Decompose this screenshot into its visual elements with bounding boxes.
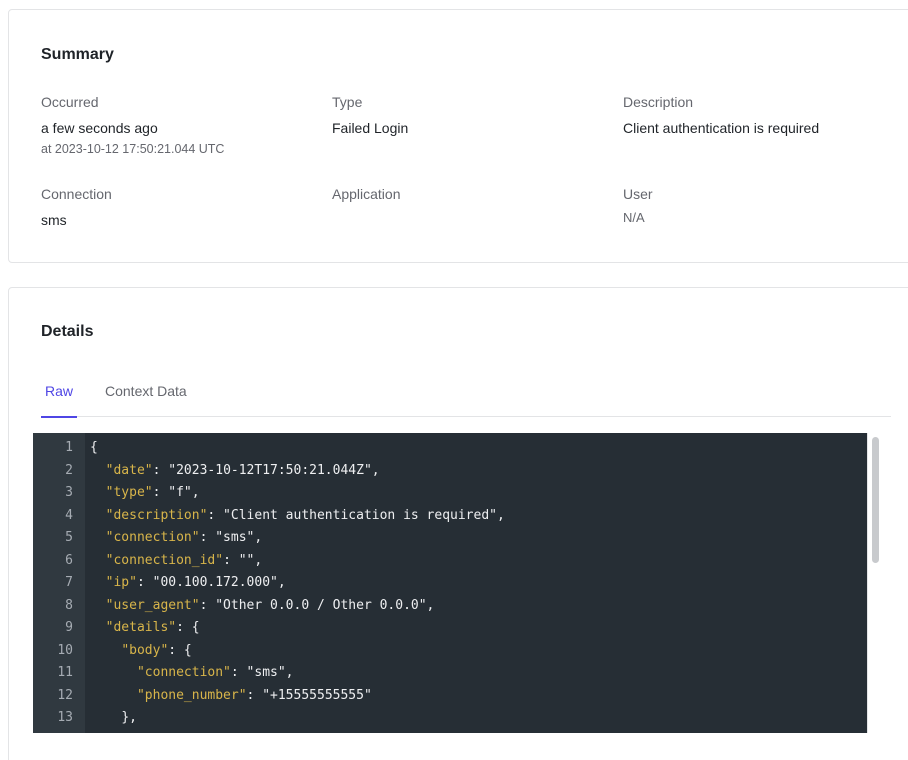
json-key: "ip"	[105, 575, 137, 590]
summary-title: Summary	[41, 46, 114, 63]
details-tabs: Raw Context Data	[40, 372, 891, 418]
description-field: Description Client authentication is req…	[623, 93, 903, 137]
code-text: "details": {	[90, 617, 200, 640]
json-value: : "2023-10-12T17:50:21.044Z",	[152, 462, 380, 478]
type-label: Type	[332, 94, 363, 110]
json-value: : {	[168, 642, 192, 658]
line-number: 12	[57, 687, 73, 703]
json-key: "user_agent"	[105, 597, 200, 613]
code-line: 11 "connection": "sms",	[33, 662, 867, 685]
line-number: 13	[57, 710, 73, 725]
occurred-label: Occurred	[41, 94, 99, 110]
json-value: : "Client authentication is required",	[207, 507, 505, 523]
json-key: "type"	[105, 485, 153, 500]
code-line: 1{	[33, 437, 867, 460]
application-field: Application	[332, 185, 612, 211]
occurred-value: a few seconds ago	[41, 120, 158, 136]
code-text: "type": "f",	[90, 482, 200, 505]
code-line: 8 "user_agent": "Other 0.0.0 / Other 0.0…	[33, 595, 867, 618]
line-number: 4	[65, 507, 73, 523]
json-key: "connection"	[136, 665, 231, 680]
code-text: "connection_id": "",	[90, 550, 263, 573]
line-number: 10	[57, 642, 73, 658]
details-title: Details	[41, 323, 94, 340]
json-value: },	[121, 710, 137, 725]
json-value: : "00.100.172.000",	[136, 575, 286, 590]
tab-raw[interactable]: Raw	[40, 382, 78, 418]
code-line: 9 "details": {	[33, 617, 867, 640]
code-text: "connection": "sms",	[90, 662, 294, 685]
json-key: "phone_number"	[136, 687, 247, 703]
code-text: "ip": "00.100.172.000",	[90, 572, 286, 595]
occurred-field: Occurred a few seconds ago at 2023-10-12…	[41, 93, 321, 157]
code-text: "connection": "sms",	[90, 527, 263, 550]
json-value: : "sms",	[199, 530, 263, 545]
json-key: "description"	[105, 507, 208, 523]
code-line: 3 "type": "f",	[33, 482, 867, 505]
json-key: "date"	[105, 462, 153, 478]
description-value: Client authentication is required	[623, 120, 820, 136]
code-line: 4 "description": "Client authentication …	[33, 505, 867, 528]
json-value: : "Other 0.0.0 / Other 0.0.0",	[199, 597, 435, 613]
line-number: 1	[65, 440, 73, 455]
user-field: User N/A	[623, 185, 903, 227]
line-number: 6	[65, 552, 73, 568]
connection-label: Connection	[41, 186, 112, 202]
code-text: "date": "2023-10-12T17:50:21.044Z",	[90, 460, 380, 483]
code-line: 7 "ip": "00.100.172.000",	[33, 572, 867, 595]
user-label: User	[623, 186, 653, 202]
user-value: N/A	[623, 210, 645, 225]
code-text: },	[90, 707, 137, 730]
json-value: : "",	[223, 552, 263, 568]
code-text: "user_agent": "Other 0.0.0 / Other 0.0.0…	[90, 595, 435, 618]
occurred-timestamp: at 2023-10-12 17:50:21.044 UTC	[41, 142, 225, 156]
line-number: 7	[65, 575, 73, 590]
json-key: "body"	[121, 642, 169, 658]
code-line: 12 "phone_number": "+15555555555"	[33, 685, 867, 708]
description-label: Description	[623, 94, 694, 110]
code-line: 2 "date": "2023-10-12T17:50:21.044Z",	[33, 460, 867, 483]
code-line: 10 "body": {	[33, 640, 867, 663]
line-number: 2	[65, 462, 73, 478]
code-text: {	[90, 437, 98, 460]
line-number: 5	[65, 530, 73, 545]
application-label: Application	[332, 186, 401, 202]
code-text: "body": {	[90, 640, 192, 663]
code-line: 6 "connection_id": "",	[33, 550, 867, 573]
code-line: 13 },	[33, 707, 867, 730]
type-value: Failed Login	[332, 120, 409, 136]
tab-context-data[interactable]: Context Data	[105, 382, 187, 417]
code-scrollbar-thumb[interactable]	[872, 437, 879, 563]
summary-card: Summary Occurred a few seconds ago at 20…	[8, 9, 908, 263]
json-value: : "sms",	[230, 665, 294, 680]
json-value: {	[90, 440, 98, 455]
json-value: : {	[176, 620, 200, 635]
line-number: 11	[57, 665, 73, 680]
json-value: : "+15555555555"	[246, 687, 372, 703]
connection-field: Connection sms	[41, 185, 321, 229]
code-text: "description": "Client authentication is…	[90, 505, 505, 528]
raw-json-viewer[interactable]: 1{2 "date": "2023-10-12T17:50:21.044Z", 3…	[33, 433, 882, 733]
code-text: "phone_number": "+15555555555"	[90, 685, 372, 708]
line-number: 8	[65, 597, 73, 613]
connection-value: sms	[41, 212, 67, 228]
json-key: "connection"	[105, 530, 200, 545]
json-key: "connection_id"	[105, 552, 224, 568]
type-field: Type Failed Login	[332, 93, 612, 137]
code-scrollbar[interactable]	[867, 433, 882, 733]
json-key: "details"	[105, 620, 177, 635]
line-number: 3	[65, 485, 73, 500]
code-line: 5 "connection": "sms",	[33, 527, 867, 550]
line-number: 9	[65, 620, 73, 635]
json-value: : "f",	[152, 485, 200, 500]
